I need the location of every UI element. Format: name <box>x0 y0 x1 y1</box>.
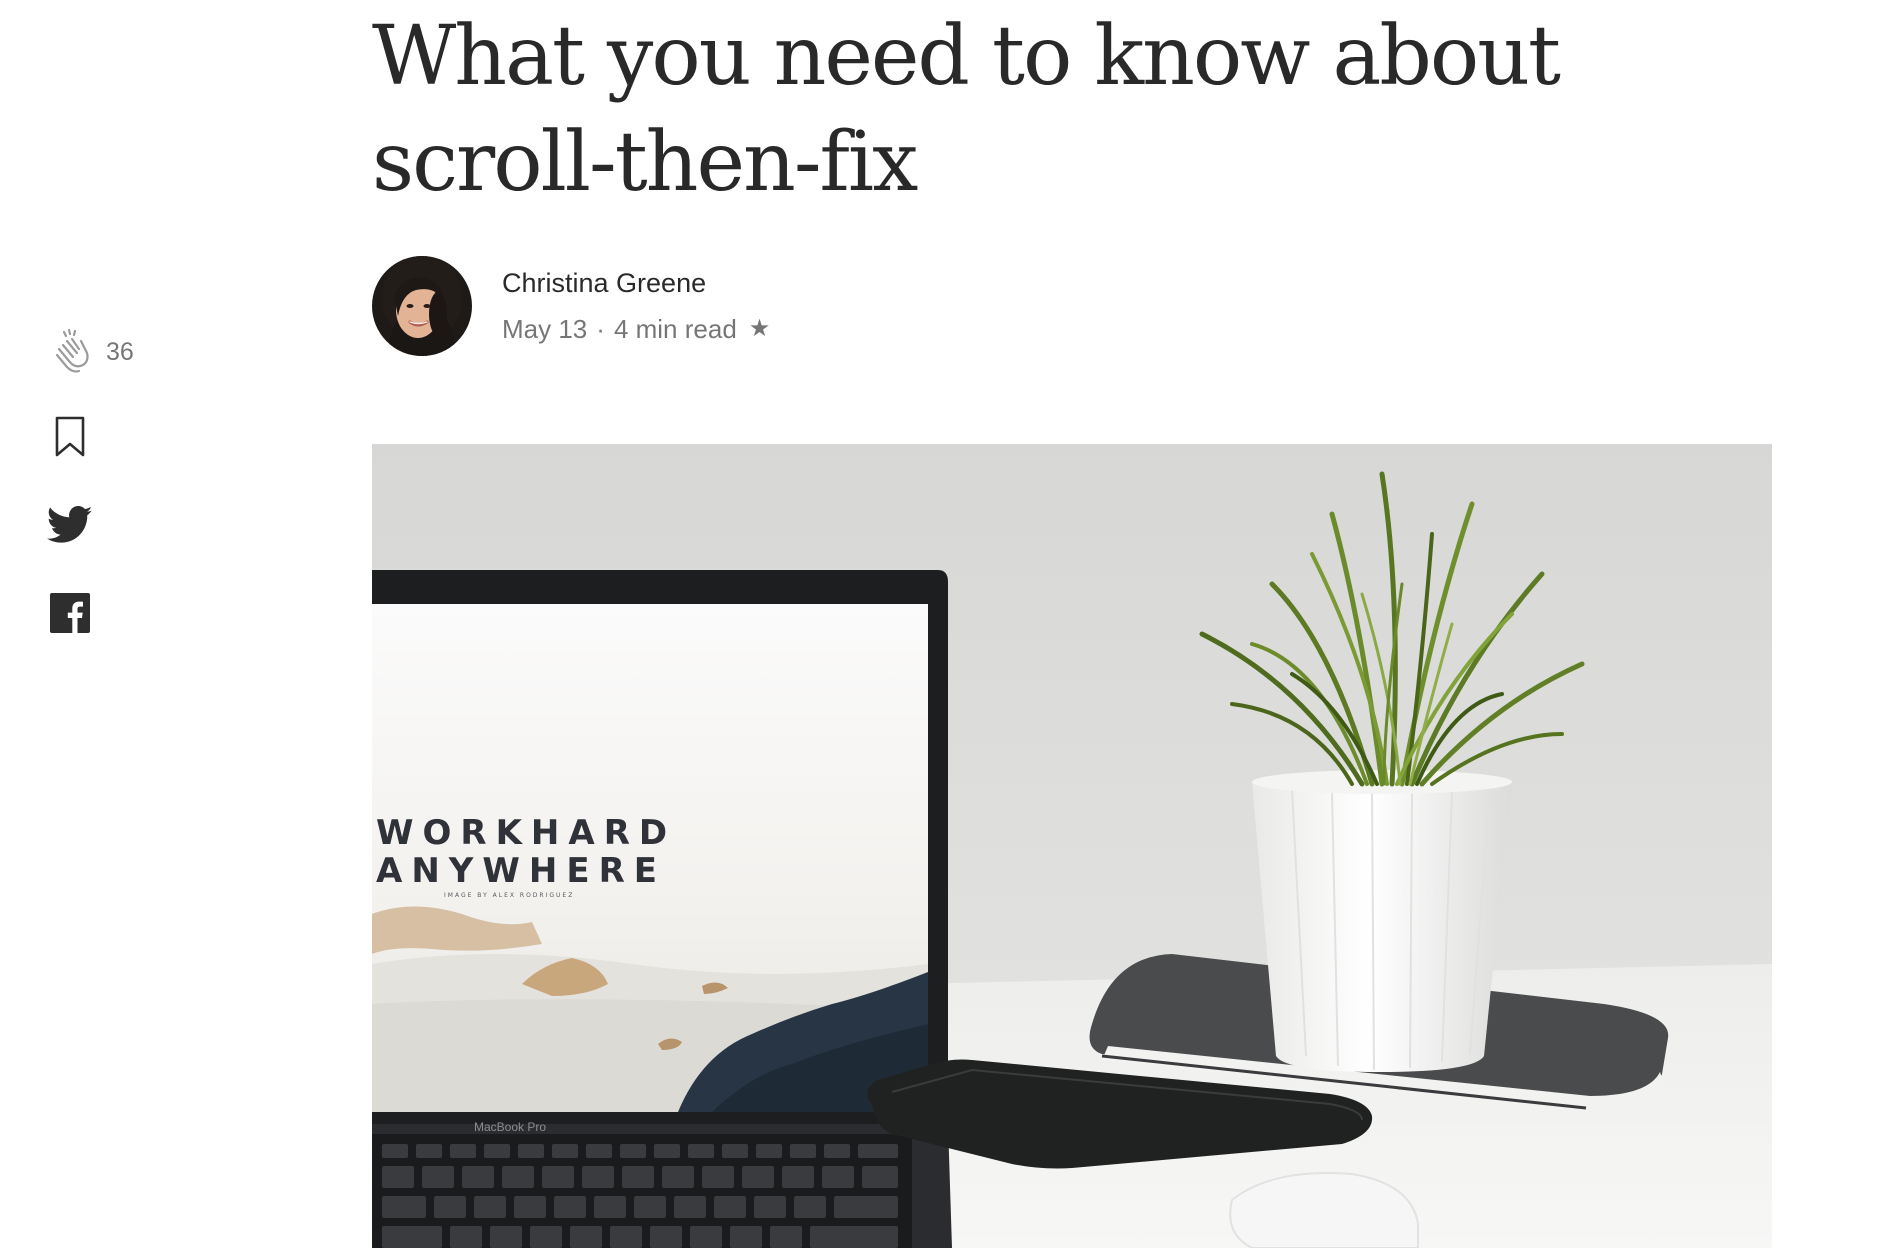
clap-count: 36 <box>106 337 134 366</box>
laptop-screen-line-2: ANYWHERE <box>376 851 666 891</box>
article-title: What you need to know about scroll-then-… <box>372 9 1561 210</box>
author-avatar[interactable] <box>372 256 472 356</box>
byline: Christina Greene May 13 · 4 min read ★ <box>372 256 770 356</box>
clap-icon <box>55 328 89 373</box>
bookmark-icon <box>55 416 85 457</box>
share-twitter-button[interactable] <box>40 495 100 555</box>
laptop-brand-label: MacBook Pro <box>474 1120 547 1134</box>
twitter-icon <box>47 506 93 543</box>
laptop-screen-line-1: WORKHARD <box>376 813 677 853</box>
meta-separator: · <box>596 314 605 344</box>
laptop-screen-credit: IMAGE BY ALEX RODRIGUEZ <box>444 892 575 899</box>
facebook-icon <box>50 593 90 633</box>
post-meta: May 13 · 4 min read ★ <box>502 312 770 346</box>
avatar-image <box>372 256 472 356</box>
clap-row: 36 <box>40 322 180 382</box>
bookmark-button[interactable] <box>40 407 100 467</box>
share-rail: 36 <box>40 322 180 643</box>
clap-button[interactable] <box>40 322 100 382</box>
post-date: May 13 <box>502 314 588 344</box>
read-time: 4 min read <box>613 314 737 344</box>
author-name-link[interactable]: Christina Greene <box>502 266 770 300</box>
article-header: What you need to know about scroll-then-… <box>372 0 1772 356</box>
author-block: Christina Greene May 13 · 4 min read ★ <box>502 256 770 346</box>
member-star-icon: ★ <box>748 315 771 342</box>
share-facebook-button[interactable] <box>40 583 100 643</box>
hero-image: WORKHARD ANYWHERE IMAGE BY ALEX RODRIGUE… <box>372 444 1772 1248</box>
